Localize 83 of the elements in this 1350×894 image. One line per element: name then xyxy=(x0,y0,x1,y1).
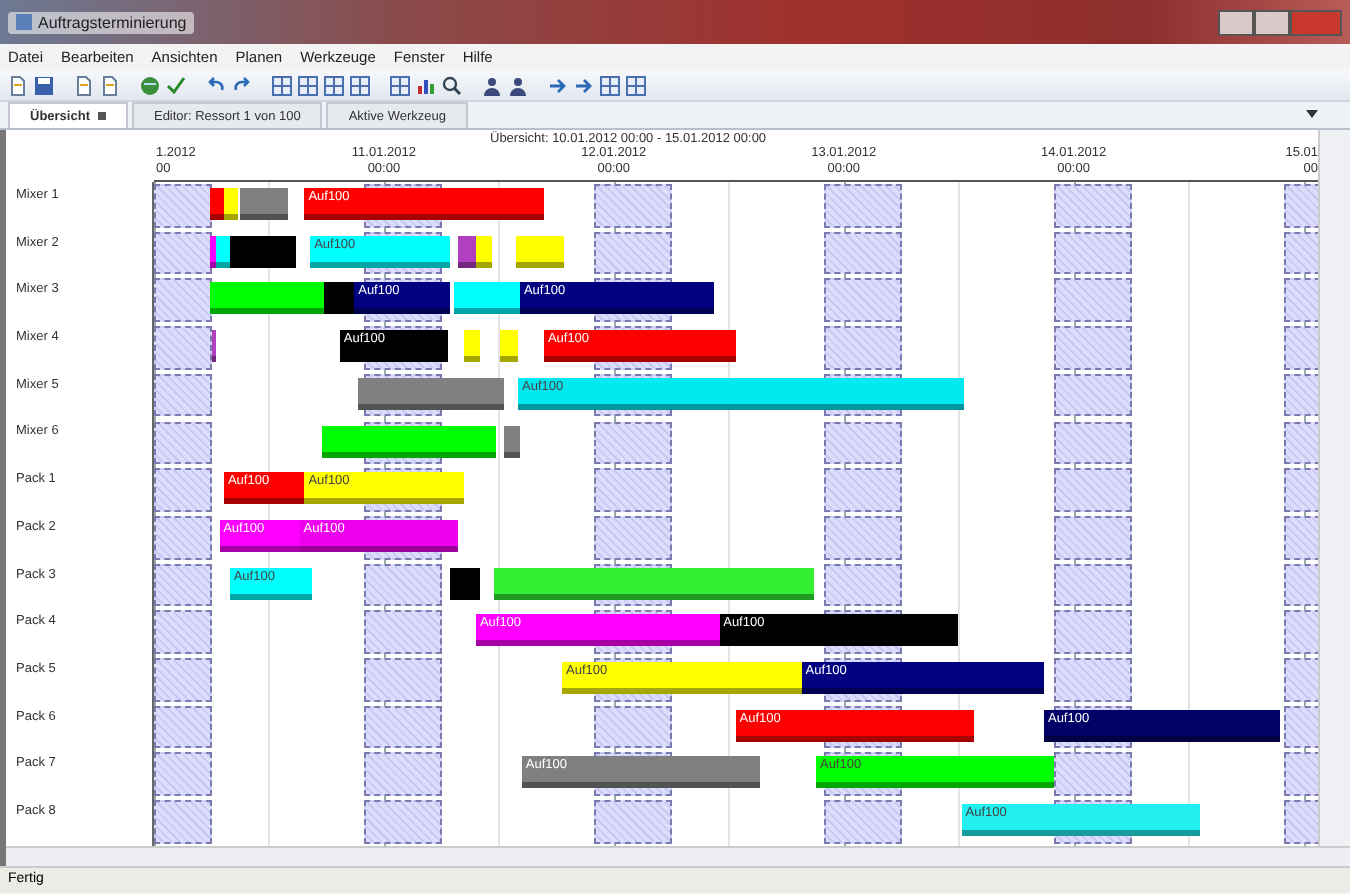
document-icon[interactable] xyxy=(74,75,94,95)
shaded-period xyxy=(1054,752,1132,797)
grid-icon[interactable] xyxy=(324,75,344,95)
minimize-button[interactable] xyxy=(1218,9,1254,35)
shaded-period xyxy=(154,752,212,797)
shaded-period xyxy=(1054,610,1132,654)
document-icon[interactable] xyxy=(100,75,120,95)
shaded-period xyxy=(594,421,672,465)
task-bar[interactable] xyxy=(230,235,296,268)
horizontal-scrollbar[interactable] xyxy=(6,845,1350,866)
shaded-period xyxy=(824,800,902,844)
check-icon[interactable] xyxy=(166,75,186,95)
shaded-period xyxy=(594,800,672,844)
arrow-icon[interactable] xyxy=(574,75,594,95)
shaded-period xyxy=(594,705,672,749)
shaded-period xyxy=(1054,421,1132,465)
shaded-period xyxy=(1054,184,1132,228)
grid-icon[interactable] xyxy=(272,75,292,95)
shaded-period xyxy=(824,326,902,370)
vertical-scrollbar[interactable] xyxy=(1318,130,1350,846)
shaded-period xyxy=(364,752,442,797)
grid-icon[interactable] xyxy=(626,75,646,95)
shaded-period xyxy=(824,421,902,465)
person-icon[interactable] xyxy=(482,75,502,95)
shaded-period xyxy=(154,278,212,323)
shaded-period xyxy=(1054,278,1132,323)
shaded-period xyxy=(824,278,902,323)
task-bar[interactable] xyxy=(211,330,217,363)
chart-icon[interactable] xyxy=(416,75,436,95)
app-icon xyxy=(16,14,32,30)
shaded-period xyxy=(154,515,212,560)
shaded-period xyxy=(154,326,212,370)
zoom-icon[interactable] xyxy=(442,75,462,95)
maximize-button[interactable] xyxy=(1254,9,1290,35)
shaded-period xyxy=(364,610,442,654)
grid-icon[interactable] xyxy=(298,75,318,95)
task-bar[interactable] xyxy=(450,567,480,600)
shaded-period xyxy=(364,658,442,702)
grid-icon[interactable] xyxy=(390,75,410,95)
dropdown-icon[interactable] xyxy=(1306,110,1318,118)
grid-icon[interactable] xyxy=(600,75,620,95)
shaded-period xyxy=(364,563,442,607)
shaded-period xyxy=(154,705,212,749)
shaded-period xyxy=(594,515,672,560)
shaded-period xyxy=(1054,373,1132,417)
task-bar[interactable] xyxy=(216,235,231,268)
person-icon[interactable] xyxy=(508,75,528,95)
globe-icon[interactable] xyxy=(140,75,160,95)
shaded-period xyxy=(1054,563,1132,607)
shaded-period xyxy=(154,610,212,654)
shaded-period xyxy=(824,563,902,607)
shaded-period xyxy=(1054,658,1132,702)
document-icon[interactable] xyxy=(8,75,28,95)
shaded-period xyxy=(154,421,212,465)
shaded-period xyxy=(364,705,442,749)
shaded-period xyxy=(1054,515,1132,560)
shaded-period xyxy=(154,800,212,844)
shaded-period xyxy=(594,184,672,228)
shaded-period xyxy=(154,468,212,512)
arrow-icon[interactable] xyxy=(548,75,568,95)
grid-icon[interactable] xyxy=(350,75,370,95)
window-title: Auftragsterminierung xyxy=(38,13,187,31)
undo-icon[interactable] xyxy=(206,75,226,95)
shaded-period xyxy=(154,373,212,417)
shaded-period xyxy=(824,468,902,512)
shaded-period xyxy=(1054,326,1132,370)
shaded-period xyxy=(1054,468,1132,512)
shaded-period xyxy=(154,658,212,702)
shaded-period xyxy=(824,184,902,228)
save-icon[interactable] xyxy=(34,75,54,95)
task-bar[interactable] xyxy=(323,282,355,315)
shaded-period xyxy=(594,231,672,275)
shaded-period xyxy=(824,515,902,560)
task-bar[interactable] xyxy=(503,425,520,457)
redo-icon[interactable] xyxy=(232,75,252,95)
shaded-period xyxy=(1054,231,1132,275)
shaded-period xyxy=(594,468,672,512)
task-bar[interactable] xyxy=(457,235,477,268)
shaded-period xyxy=(154,231,212,275)
shaded-period xyxy=(364,800,442,844)
shaded-period xyxy=(154,184,212,228)
shaded-period xyxy=(154,563,212,607)
shaded-period xyxy=(824,231,902,275)
